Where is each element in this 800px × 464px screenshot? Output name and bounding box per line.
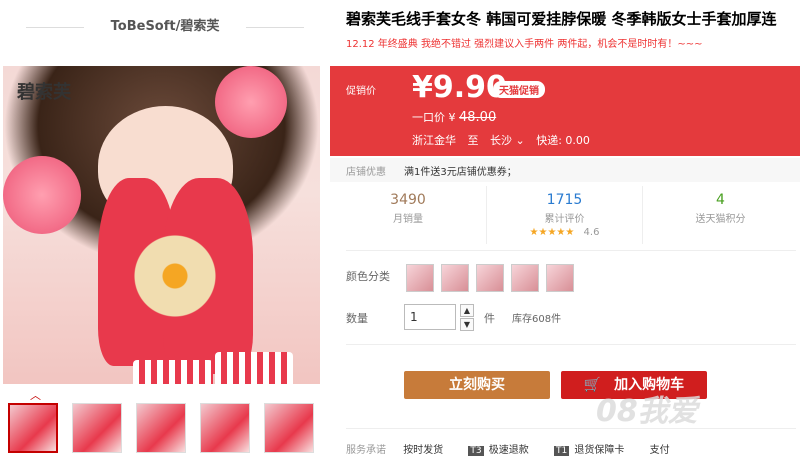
product-title: 碧索芙毛线手套女冬 韩国可爱挂脖保暖 冬季韩版女士手套加厚连 [346, 10, 777, 28]
quantity-unit: 件 [484, 312, 495, 325]
coupon-text[interactable]: 满1件送3元店铺优惠券； [404, 163, 517, 178]
service-text: 退货保障卡 [574, 445, 625, 456]
monthly-sales-value: 3490 [390, 192, 426, 208]
reviews-value: 1715 [546, 192, 583, 208]
color-swatch-5[interactable] [546, 264, 574, 292]
buy-now-button[interactable]: 立刻购买 [404, 371, 550, 399]
ship-to: 至 [467, 134, 479, 147]
service-promises: 服务承诺 按时发货 T3 极速退款 T1 退货保障卡 支付 [346, 441, 800, 459]
product-subtitle: 12.12 年终盛典 我绝不错过 强烈建议入手两件 两件起，机会不是时时有！~~… [346, 39, 703, 50]
points-label: 送天猫积分 [695, 214, 746, 225]
product-info-column: 碧索芙毛线手套女冬 韩国可爱挂脖保暖 冬季韩版女士手套加厚连 12.12 年终盛… [330, 0, 800, 464]
ship-origin: 浙江金华 [412, 134, 456, 147]
color-swatch-4[interactable] [511, 264, 539, 292]
service-label: 服务承诺 [346, 445, 386, 456]
original-price: 一口价 ¥ 48.00 [412, 109, 496, 125]
promo-badge: 天猫促销 [493, 81, 545, 98]
coupon-label: 店铺优惠 [346, 167, 386, 178]
service-item[interactable]: 按时发货 [403, 445, 446, 456]
shop-coupon-row: 店铺优惠 满1件送3元店铺优惠券； [330, 158, 800, 182]
original-price-value: 48.00 [459, 110, 497, 125]
stock-count: 库存608件 [512, 314, 562, 325]
thumbnail-3[interactable] [136, 403, 186, 453]
shop-name[interactable]: ToBeSoft/碧索芙 [111, 19, 220, 34]
original-price-label: 一口价 [412, 111, 445, 124]
reviews-label: 累计评价 [544, 214, 585, 225]
quantity-input[interactable]: 1 [404, 304, 456, 330]
quantity-decrease-button[interactable]: ▼ [460, 318, 474, 331]
divider [346, 428, 796, 429]
rating-value: 4.6 [583, 227, 600, 238]
stat-reviews[interactable]: 1715 累计评价 ★★★★★ 4.6 [486, 186, 642, 244]
image-cuff [215, 352, 293, 384]
service-tag: T1 [553, 446, 570, 456]
main-product-image[interactable]: 碧索芙 🔍 [3, 66, 320, 384]
service-item[interactable]: T1 退货保障卡 [553, 445, 628, 456]
image-flower [115, 221, 235, 331]
image-logo: 碧索芙 [17, 82, 71, 103]
divider [346, 250, 796, 251]
price-label: 促销价 [346, 86, 376, 97]
stat-points: 4 送天猫积分 [642, 186, 798, 244]
shipping-info: 浙江金华 至 长沙 ⌄ 快递: 0.00 [412, 132, 598, 148]
points-value: 4 [716, 192, 725, 208]
product-page: ToBeSoft/碧索芙 碧索芙 🔍 ︿ 碧索芙毛线手套女冬 韩国可爱挂脖 [0, 0, 800, 464]
quantity-increase-button[interactable]: ▲ [460, 304, 474, 317]
color-label: 颜色分类 [346, 270, 390, 283]
thumbnail-strip [8, 403, 318, 455]
service-item[interactable]: 支付 [650, 445, 670, 456]
service-tag: T3 [468, 446, 484, 456]
chevron-up-icon[interactable]: ︿ [30, 387, 41, 403]
image-earmuff [215, 66, 287, 138]
quantity-label: 数量 [346, 312, 368, 325]
stat-monthly-sales: 3490 月销量 [330, 186, 486, 244]
color-swatch-3[interactable] [476, 264, 504, 292]
thumbnail-1[interactable] [8, 403, 58, 453]
color-swatch-2[interactable] [441, 264, 469, 292]
service-text: 支付 [649, 445, 670, 456]
monthly-sales-label: 月销量 [393, 214, 423, 225]
ship-destination-select[interactable]: 长沙 ⌄ [490, 134, 528, 147]
thumbnail-2[interactable] [72, 403, 122, 453]
service-text: 极速退款 [488, 445, 529, 456]
rating: ★★★★★ 4.6 [487, 227, 642, 238]
thumbnail-4[interactable] [200, 403, 250, 453]
color-swatch-1[interactable] [406, 264, 434, 292]
image-cuff [133, 360, 213, 384]
ship-fee: 快递: 0.00 [536, 134, 590, 147]
service-item[interactable]: T3 极速退款 [468, 445, 532, 456]
gallery-column: ToBeSoft/碧索芙 碧索芙 🔍 ︿ [0, 0, 328, 464]
shop-header: ToBeSoft/碧索芙 [20, 14, 310, 40]
watermark: 08我爱 [596, 394, 698, 429]
divider [26, 27, 84, 28]
image-earmuff [3, 156, 81, 234]
ship-destination: 长沙 [490, 134, 512, 147]
original-price-currency: ¥ [448, 111, 456, 124]
star-icons: ★★★★★ [529, 227, 575, 238]
thumbnail-5[interactable] [264, 403, 314, 453]
chevron-down-icon: ⌄ [515, 134, 525, 147]
divider [246, 27, 304, 28]
price-panel: 促销价 ¥9.90 天猫促销 一口价 ¥ 48.00 浙江金华 至 长沙 ⌄ 快… [330, 66, 800, 156]
stats-row: 3490 月销量 1715 累计评价 ★★★★★ 4.6 4 送天猫积分 [330, 186, 800, 244]
service-text: 按时发货 [403, 445, 444, 456]
divider [346, 344, 796, 345]
